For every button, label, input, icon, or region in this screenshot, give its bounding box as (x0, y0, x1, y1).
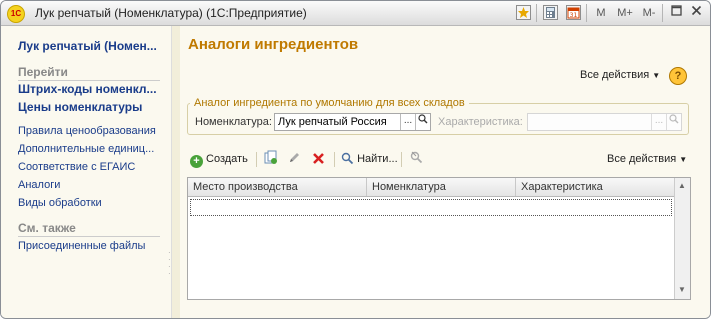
memory-minus-button[interactable]: M- (640, 5, 658, 21)
memory-m-button[interactable]: M (595, 5, 607, 21)
toolbar-separator (662, 4, 663, 22)
analogs-table[interactable]: Место производства Номенклатура Характер… (187, 177, 691, 300)
window-title: Лук репчатый (Номенклатура) (1С:Предприя… (35, 6, 307, 20)
create-label: Создать (206, 153, 248, 165)
toolbar-separator (536, 4, 537, 22)
help-button[interactable]: ? (669, 67, 687, 85)
table-header: Место производства Номенклатура Характер… (188, 178, 674, 197)
find-label: Найти... (357, 153, 398, 165)
nomenclature-label: Номенклатура: (195, 116, 272, 128)
find-icon (341, 152, 354, 165)
characteristic-label: Характеристика: (438, 116, 523, 128)
toolbar-separator (256, 152, 257, 167)
sidebar-item-barcodes[interactable]: Штрих-коды номенкл... (18, 82, 160, 96)
calculator-icon[interactable] (543, 5, 558, 20)
find-button[interactable]: Найти... (341, 150, 398, 168)
column-header-nomenclature[interactable]: Номенклатура (367, 178, 516, 196)
sidebar-item-attached-files[interactable]: Присоединенные файлы (18, 240, 160, 252)
edit-icon[interactable] (287, 150, 301, 168)
toolbar-separator (334, 152, 335, 167)
scroll-up-icon[interactable]: ▲ (678, 181, 686, 190)
sidebar-see-also-heading: См. также (18, 221, 160, 237)
toolbar-separator (401, 152, 402, 167)
panel-splitter[interactable] (171, 26, 180, 318)
form-content: Аналоги ингредиентов Все действия ▼ ? Ан… (180, 26, 710, 318)
nomenclature-field[interactable]: Лук репчатый Россия ... (274, 113, 431, 131)
app-logo-icon: 1С (7, 5, 25, 23)
close-icon[interactable] (689, 5, 703, 21)
delete-icon[interactable] (312, 150, 325, 168)
select-button[interactable]: ... (400, 114, 415, 130)
vertical-scrollbar[interactable]: ▲ ▼ (674, 178, 690, 299)
chevron-down-icon: ▼ (679, 155, 688, 164)
column-header-characteristic[interactable]: Характеристика (516, 178, 674, 196)
characteristic-field[interactable]: ... (527, 113, 682, 131)
svg-text:31: 31 (570, 12, 578, 19)
splitter-grip-icon[interactable]: · · · · (168, 249, 172, 279)
search-icon[interactable] (666, 114, 681, 130)
memory-plus-button[interactable]: M+ (616, 5, 634, 21)
all-actions-menu[interactable]: Все действия ▼ (580, 69, 660, 81)
search-icon[interactable] (415, 114, 430, 130)
sidebar-item-processing-types[interactable]: Виды обработки (18, 197, 160, 209)
list-all-actions-menu[interactable]: Все действия ▼ (607, 153, 687, 165)
sidebar-item-analogs[interactable]: Аналоги (18, 179, 160, 191)
group-caption: Аналог ингредиента по умолчанию для всех… (190, 97, 469, 109)
column-header-production-place[interactable]: Место производства (188, 178, 367, 196)
table-row[interactable] (190, 199, 672, 216)
select-button[interactable]: ... (651, 114, 666, 130)
toolbar-separator (586, 4, 587, 22)
calendar-icon[interactable]: 31 (566, 5, 581, 20)
sidebar-item-prices[interactable]: Цены номенклатуры (18, 100, 160, 114)
sidebar-item-egais[interactable]: Соответствие с ЕГАИС (18, 161, 160, 173)
nomenclature-value: Лук репчатый Россия (278, 116, 387, 128)
sidebar-item-pricing-rules[interactable]: Правила ценообразования (18, 125, 160, 137)
sidebar-goto-heading: Перейти (18, 65, 160, 81)
title-bar: 1С Лук репчатый (Номенклатура) (1С:Предп… (1, 1, 710, 26)
maximize-icon[interactable] (669, 5, 683, 21)
cancel-search-icon[interactable] (409, 150, 424, 168)
chevron-down-icon: ▼ (652, 71, 661, 80)
favorites-icon[interactable] (516, 5, 531, 20)
scroll-down-icon[interactable]: ▼ (678, 285, 686, 294)
sidebar-item-extra-units[interactable]: Дополнительные единиц... (18, 143, 160, 155)
all-actions-label: Все действия (580, 69, 650, 81)
app-window: 1С Лук репчатый (Номенклатура) (1С:Предп… (0, 0, 711, 319)
list-all-actions-label: Все действия (607, 153, 677, 165)
add-icon: + (190, 155, 203, 168)
copy-icon[interactable] (263, 150, 278, 168)
page-title: Аналоги ингредиентов (188, 36, 359, 53)
navigation-panel: Лук репчатый (Номен... Перейти Штрих-код… (1, 26, 171, 318)
create-button[interactable]: + Создать (190, 150, 248, 168)
sidebar-item-main[interactable]: Лук репчатый (Номен... (18, 39, 164, 53)
